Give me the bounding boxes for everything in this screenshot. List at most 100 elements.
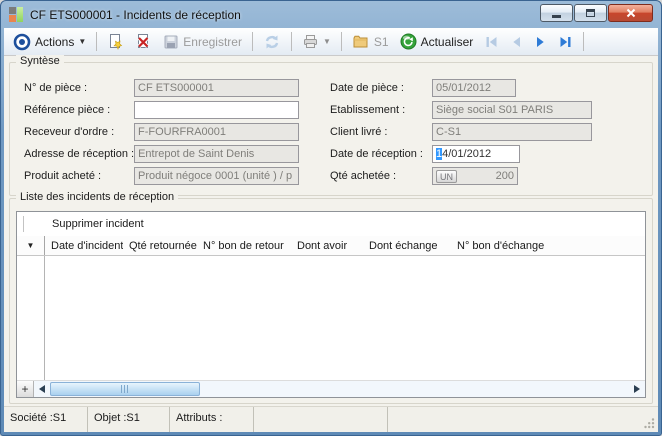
print-dropdown-icon[interactable]: ▼ (323, 37, 331, 46)
folder-label: S1 (373, 34, 389, 49)
field-row: Qté achetée : UN 200 (330, 165, 630, 187)
column-header-return-note[interactable]: N° bon de retour (197, 240, 291, 252)
window-title: CF ETS000001 - Incidents de réception (30, 7, 241, 22)
thumb-grip-icon (120, 385, 130, 393)
horizontal-scrollbar[interactable]: + (17, 380, 645, 397)
unit-button[interactable]: UN (436, 170, 457, 183)
status-attributs: Attributs : (170, 407, 254, 432)
purchased-qty-label: Qté achetée : (330, 170, 397, 182)
save-button[interactable]: Enregistrer (159, 32, 246, 52)
reception-date-label: Date de réception : (330, 148, 423, 160)
establishment-field: Siège social S01 PARIS (432, 101, 592, 119)
delivered-client-field: C-S1 (432, 123, 592, 141)
scroll-left-button[interactable] (34, 381, 50, 397)
refresh-button[interactable] (259, 32, 285, 52)
status-societe: Société :S1 (4, 407, 88, 432)
folder-s1-button[interactable]: S1 (348, 32, 393, 51)
nav-previous-button[interactable] (506, 33, 527, 51)
close-button[interactable] (608, 4, 653, 22)
close-icon (626, 8, 635, 18)
main-toolbar: Actions ▼ Enregistrer ▼ S1 Actualiser (4, 28, 658, 56)
grid-body[interactable] (17, 256, 645, 380)
reception-date-field[interactable]: 14/01/2012 (432, 145, 520, 163)
column-header-returned-qty[interactable]: Qté retournée (123, 240, 197, 252)
save-label: Enregistrer (183, 34, 242, 49)
actualiser-button[interactable]: Actualiser (396, 31, 478, 52)
minimize-button[interactable] (540, 4, 573, 22)
nav-first-icon (486, 36, 497, 47)
add-row-button[interactable]: + (17, 381, 34, 397)
purchased-product-field: Produit négoce 0001 (unité ) / p (134, 167, 299, 185)
field-row: Produit acheté : Produit négoce 0001 (un… (24, 165, 326, 187)
grid-toolbar-separator (23, 216, 24, 232)
field-row: Etablissement : Siège social S01 PARIS (330, 99, 630, 121)
incidents-group-title: Liste des incidents de réception (16, 191, 179, 203)
grid-toolbar: Supprimer incident (17, 212, 645, 236)
print-button[interactable]: ▼ (298, 32, 335, 51)
column-header-exchange-note[interactable]: N° bon d'échange (451, 240, 645, 252)
receiver-label: Receveur d'ordre : (24, 126, 115, 138)
nav-first-button[interactable] (480, 33, 503, 51)
statusbar: Société :S1 Objet :S1 Attributs : (4, 406, 658, 432)
field-row: Date de réception : 14/01/2012 (330, 143, 630, 165)
delete-incident-button[interactable]: Supprimer incident (52, 218, 144, 230)
maximize-icon (586, 9, 595, 17)
nav-last-button[interactable] (554, 33, 577, 51)
scrollbar-track[interactable] (200, 381, 629, 397)
piece-number-field: CF ETS000001 (134, 79, 299, 97)
status-objet: Objet :S1 (88, 407, 170, 432)
field-row: Client livré : C-S1 (330, 121, 630, 143)
actions-button[interactable]: Actions ▼ (9, 31, 90, 53)
field-row: N° de pièce : CF ETS000001 (24, 77, 326, 99)
app-squares-icon (9, 7, 24, 22)
status-empty-cell (388, 407, 658, 432)
grid-row-gutter (17, 256, 45, 380)
column-header-exchange[interactable]: Dont échange (363, 240, 451, 252)
toolbar-separator (96, 32, 98, 51)
new-incident-button[interactable] (103, 31, 128, 52)
row-selector-icon: ▼ (26, 241, 35, 250)
status-empty-cell (254, 407, 388, 432)
folder-icon (353, 35, 368, 48)
purchased-qty-value: 200 (495, 170, 514, 182)
reference-field[interactable] (134, 101, 299, 119)
scroll-left-icon (39, 385, 45, 393)
column-header-incident-date[interactable]: Date d'incident (45, 240, 123, 252)
save-icon (164, 35, 178, 48)
grid-header: ▼ Date d'incident Qté retournée N° bon d… (17, 236, 645, 256)
sync-icon (265, 35, 279, 48)
incidents-grid: Supprimer incident ▼ Date d'incident Qté… (16, 211, 646, 398)
scrollbar-thumb[interactable] (50, 382, 200, 396)
toolbar-separator (251, 32, 253, 51)
toolbar-separator (340, 32, 342, 51)
nav-previous-icon (513, 36, 521, 47)
bullseye-icon (13, 33, 31, 50)
field-row: Référence pièce : (24, 99, 326, 121)
toolbar-separator (583, 32, 585, 51)
purchased-qty-field: UN 200 (432, 167, 518, 185)
titlebar[interactable]: CF ETS000001 - Incidents de réception (1, 1, 661, 28)
new-document-icon (110, 34, 123, 50)
maximize-button[interactable] (574, 4, 607, 22)
client-area: Syntèse N° de pièce : CF ETS000001 Référ… (4, 55, 658, 406)
piece-date-label: Date de pièce : (330, 82, 404, 94)
establishment-label: Etablissement : (330, 104, 406, 116)
delete-document-icon (137, 34, 150, 48)
column-header-credit[interactable]: Dont avoir (291, 240, 363, 252)
resize-grip-icon[interactable] (643, 417, 655, 429)
nav-next-button[interactable] (530, 33, 551, 51)
nav-next-icon (537, 36, 544, 47)
scroll-right-button[interactable] (629, 381, 645, 397)
field-row: Receveur d'ordre : F-FOURFRA0001 (24, 121, 326, 143)
printer-icon (303, 35, 317, 48)
synthesis-group-title: Syntèse (16, 55, 64, 67)
delete-incident-button[interactable] (131, 31, 156, 52)
refresh-green-icon (400, 33, 417, 50)
delivered-client-label: Client livré : (330, 126, 388, 138)
chevron-down-icon: ▼ (78, 37, 87, 46)
row-selector-header[interactable]: ▼ (17, 236, 45, 255)
field-row: Date de pièce : 05/01/2012 (330, 77, 630, 99)
receiver-field: F-FOURFRA0001 (134, 123, 299, 141)
reception-address-field: Entrepot de Saint Denis (134, 145, 300, 163)
actions-label: Actions (35, 34, 75, 49)
